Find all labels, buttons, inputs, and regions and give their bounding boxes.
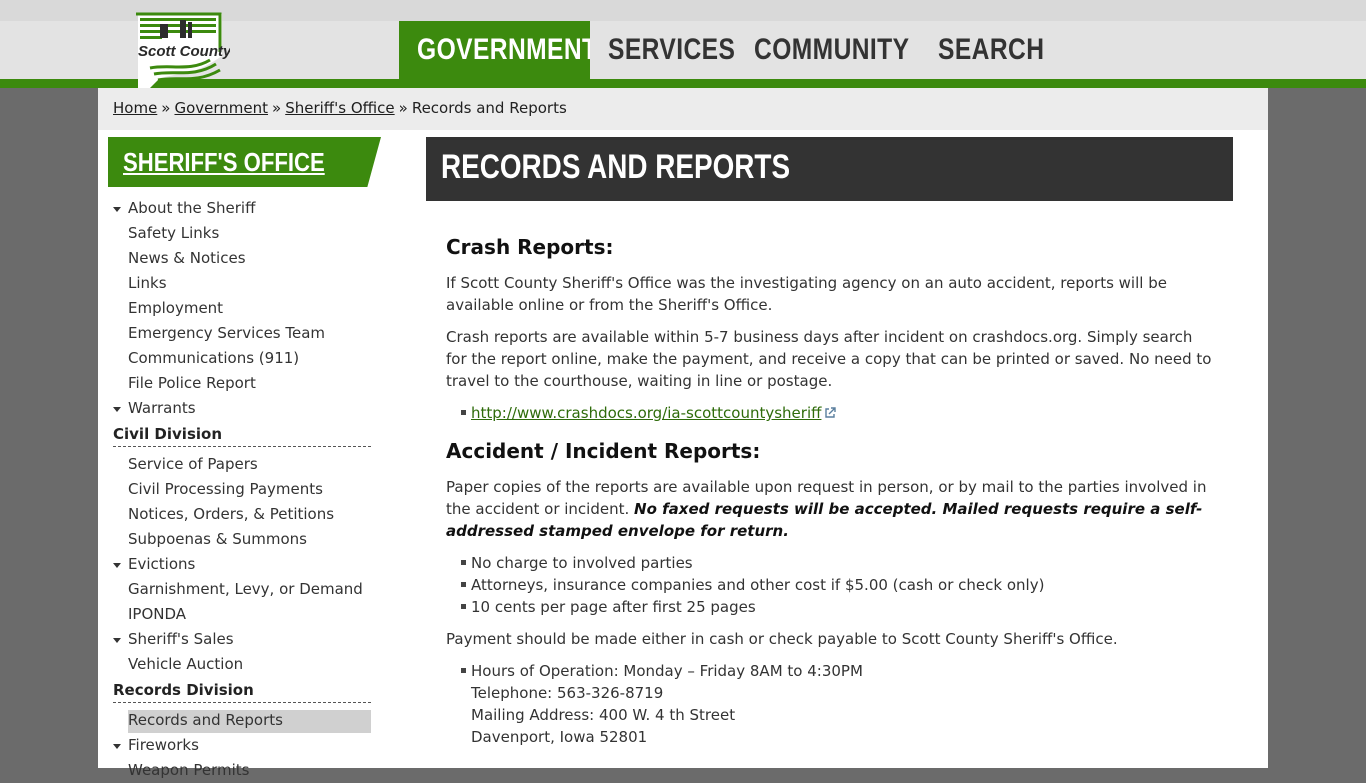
sidebar-item-label: News & Notices — [128, 249, 246, 267]
sidebar-item-employment[interactable]: Employment — [98, 296, 388, 321]
sidebar-item-label: Emergency Services Team — [128, 324, 326, 342]
caret-down-icon[interactable] — [113, 638, 121, 643]
breadcrumb-sheriffs-office[interactable]: Sheriff's Office — [285, 99, 394, 117]
sidebar-item-communications[interactable]: Communications (911) — [98, 346, 388, 371]
list-item: No charge to involved parties — [461, 552, 1216, 574]
breadcrumb-separator: » — [398, 99, 408, 117]
sidebar-item-label: Weapon Permits — [128, 761, 250, 779]
sidebar-item-label: File Police Report — [128, 374, 256, 392]
sidebar-title-block: SHERIFF'S OFFICE — [108, 137, 381, 187]
sidebar-item-civil-processing-payments[interactable]: Civil Processing Payments — [98, 477, 388, 502]
nav-link-community[interactable]: COMMUNITY — [736, 21, 909, 79]
page-title-bar: RECORDS AND REPORTS — [426, 137, 1233, 201]
main-nav: GOVERNMENT SERVICES COMMUNITY SEARCH — [399, 21, 1050, 79]
list-item: 10 cents per page after first 25 pages — [461, 596, 1216, 618]
sidebar-item-label: Evictions — [128, 555, 196, 573]
page-title: RECORDS AND REPORTS — [441, 148, 791, 186]
nav-link-government[interactable]: GOVERNMENT — [399, 21, 590, 79]
sidebar-item-service-of-papers[interactable]: Service of Papers — [98, 452, 388, 477]
sidebar-item-label: Fireworks — [128, 736, 199, 754]
page-wrapper: Home» Government» Sheriff's Office» Records… — [98, 88, 1268, 779]
fee-list: No charge to involved parties Attorneys,… — [446, 552, 1216, 618]
sidebar-item-garnishment[interactable]: Garnishment, Levy, or Demand — [98, 577, 388, 602]
sidebar-item-label: IPONDA — [128, 605, 187, 623]
sidebar-item-label: Records and Reports — [128, 711, 283, 729]
sidebar-item-label: Links — [128, 274, 167, 292]
breadcrumb-separator: » — [161, 99, 171, 117]
sidebar-item-emergency-services-team[interactable]: Emergency Services Team — [98, 321, 388, 346]
nav-item-community[interactable]: COMMUNITY — [736, 21, 920, 79]
sidebar-item-subpoenas-summons[interactable]: Subpoenas & Summons — [98, 527, 388, 552]
telephone: Telephone: 563-326-8719 — [471, 684, 664, 702]
nav-item-government[interactable]: GOVERNMENT — [399, 21, 590, 79]
breadcrumb-government[interactable]: Government — [174, 99, 268, 117]
main-content: Crash Reports: If Scott County Sheriff's… — [446, 234, 1216, 758]
sidebar-item-news-notices[interactable]: News & Notices — [98, 246, 388, 271]
sidebar-item-links[interactable]: Links — [98, 271, 388, 296]
list-item: http://www.crashdocs.org/ia-scottcountys… — [461, 402, 1216, 424]
sidebar-item-file-police-report[interactable]: File Police Report — [98, 371, 388, 396]
sidebar-item-sheriffs-sales[interactable]: Sheriff's Sales — [98, 627, 388, 652]
external-link-icon[interactable] — [824, 407, 837, 419]
sidebar-item-label: Safety Links — [128, 224, 220, 242]
sidebar-item-label: Service of Papers — [128, 455, 258, 473]
sidebar-item-label: Employment — [128, 299, 224, 317]
nav-item-services[interactable]: SERVICES — [590, 21, 736, 79]
nav-link-services[interactable]: SERVICES — [590, 21, 735, 79]
contact-info: Hours of Operation: Monday – Friday 8AM … — [461, 660, 1216, 748]
sidebar-item-vehicle-auction[interactable]: Vehicle Auction — [98, 652, 388, 677]
breadcrumb-separator: » — [272, 99, 282, 117]
sidebar-item-label: Sheriff's Sales — [128, 630, 234, 648]
payment-note: Payment should be made either in cash or… — [446, 630, 1118, 648]
sidebar-item-warrants[interactable]: Warrants — [98, 396, 388, 421]
sidebar-item-records-and-reports[interactable]: Records and Reports — [98, 708, 388, 733]
accident-reports-heading: Accident / Incident Reports: — [446, 439, 761, 463]
nav-link-search[interactable]: SEARCH — [920, 21, 1044, 79]
breadcrumb-bar: Home» Government» Sheriff's Office» Records… — [98, 88, 1268, 130]
sidebar-item-label: Warrants — [128, 399, 196, 417]
sidebar-item-label: Garnishment, Levy, or Demand — [128, 580, 363, 598]
sidebar-item-label: About the Sheriff — [128, 199, 256, 217]
breadcrumb-home[interactable]: Home — [113, 99, 157, 117]
caret-down-icon[interactable] — [113, 744, 121, 749]
breadcrumb-current: Records and Reports — [411, 99, 567, 117]
nav-item-search[interactable]: SEARCH — [920, 21, 1050, 79]
city-state-zip: Davenport, Iowa 52801 — [471, 728, 648, 746]
crash-reports-heading: Crash Reports: — [446, 235, 614, 259]
sidebar-item-fireworks[interactable]: Fireworks — [98, 733, 388, 758]
sidebar-item-weapon-permits[interactable]: Weapon Permits — [98, 758, 388, 783]
list-item: Attorneys, insurance companies and other… — [461, 574, 1216, 596]
crash-links-list: http://www.crashdocs.org/ia-scottcountys… — [446, 402, 1216, 424]
sidebar-item-label: Communications (911) — [128, 349, 300, 367]
crash-reports-paragraph-1: If Scott County Sheriff's Office was the… — [446, 274, 1167, 314]
logo-wordmark: Scott County — [138, 43, 230, 60]
caret-down-icon[interactable] — [113, 407, 121, 412]
hours-of-operation: Hours of Operation: Monday – Friday 8AM … — [471, 662, 863, 680]
sidebar-title-link[interactable]: SHERIFF'S OFFICE — [123, 147, 325, 178]
sidebar-item-label: Civil Processing Payments — [128, 480, 323, 498]
caret-down-icon[interactable] — [113, 563, 121, 568]
sidebar-item-label: Notices, Orders, & Petitions — [128, 505, 335, 523]
crashdocs-link[interactable]: http://www.crashdocs.org/ia-scottcountys… — [471, 404, 821, 422]
breadcrumb: Home» Government» Sheriff's Office» Records… — [113, 99, 567, 117]
scott-county-logo[interactable]: Scott County — [130, 12, 230, 90]
sidebar-nav: About the Sheriff Safety Links News & No… — [98, 196, 388, 783]
sidebar-item-notices-orders-petitions[interactable]: Notices, Orders, & Petitions — [98, 502, 388, 527]
sidebar-item-label: Vehicle Auction — [128, 655, 244, 673]
sidebar-item-safety-links[interactable]: Safety Links — [98, 221, 388, 246]
accident-reports-paragraph: Paper copies of the reports are availabl… — [446, 476, 1216, 542]
sidebar-item-evictions[interactable]: Evictions — [98, 552, 388, 577]
sidebar-item-iponda[interactable]: IPONDA — [98, 602, 388, 627]
sidebar-item-label: Subpoenas & Summons — [128, 530, 307, 548]
sidebar-item-about-the-sheriff[interactable]: About the Sheriff — [98, 196, 388, 221]
contact-list: Hours of Operation: Monday – Friday 8AM … — [446, 660, 1216, 748]
mailing-address: Mailing Address: 400 W. 4 th Street — [471, 706, 736, 724]
crash-reports-paragraph-2: Crash reports are available within 5-7 b… — [446, 328, 1212, 390]
caret-down-icon[interactable] — [113, 207, 121, 212]
sidebar-heading-civil-division[interactable]: Civil Division — [113, 421, 371, 447]
sidebar-heading-records-division[interactable]: Records Division — [113, 677, 371, 703]
